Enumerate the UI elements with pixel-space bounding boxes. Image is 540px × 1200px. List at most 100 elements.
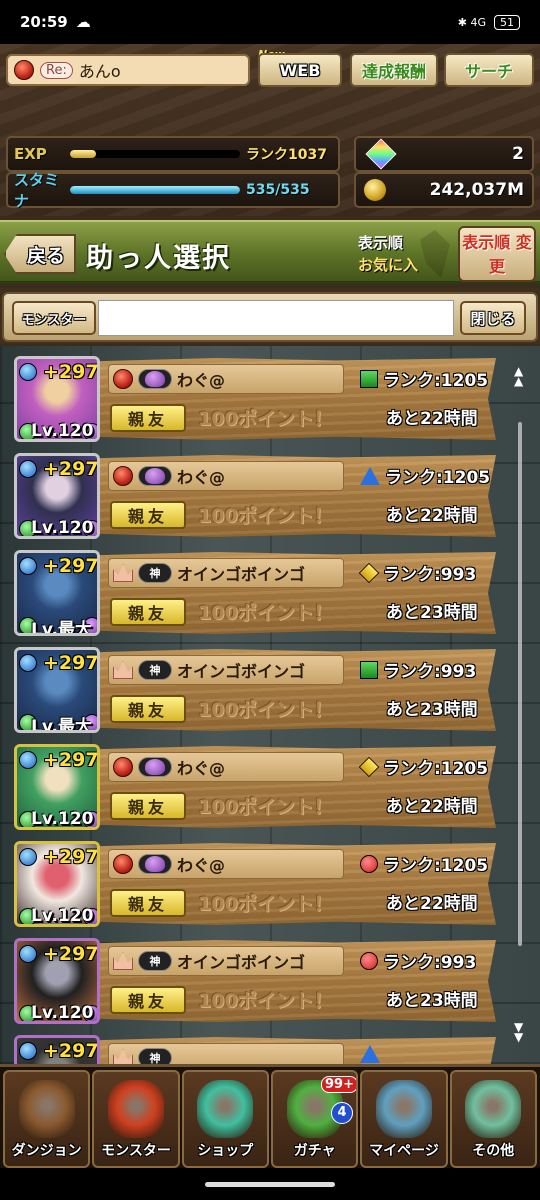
monster-filter-button[interactable]: モンスター bbox=[12, 301, 96, 335]
sort-change-button[interactable]: 表示順 変更 bbox=[458, 226, 536, 282]
helper-row[interactable]: 神 オインゴボインゴ 親友 100ポイント！ ランク:993 あと23時間 +2… bbox=[12, 645, 498, 735]
status-time: 20:59 bbox=[20, 13, 68, 31]
nav-dungeon[interactable]: ダンジョン bbox=[3, 1070, 91, 1168]
helper-row[interactable]: わぐ@ 親友 100ポイント！ ランク:1205 あと22時間 +297 Lv.… bbox=[12, 451, 498, 541]
nav-monster[interactable]: モンスター bbox=[92, 1070, 180, 1168]
nav-gacha[interactable]: 99+ 4 ガチャ bbox=[270, 1070, 359, 1168]
level-text: Lv.120 bbox=[31, 421, 94, 441]
god-badge: 神 bbox=[138, 660, 172, 680]
nav-shop[interactable]: ショップ bbox=[181, 1070, 269, 1168]
slime-badge bbox=[138, 369, 172, 389]
slime-icon bbox=[145, 759, 165, 775]
helper-name-pill: わぐ@ bbox=[108, 849, 344, 879]
status-bar: 20:59 ☁ ✱ 4G 51 bbox=[0, 0, 540, 44]
time-remaining: あと22時間 bbox=[386, 894, 478, 914]
helper-rank: ランク:993 bbox=[360, 948, 476, 973]
monster-portrait[interactable]: +297 Lv.120 bbox=[14, 744, 100, 830]
nav-label: その他 bbox=[472, 1143, 515, 1159]
plus-value: +297 bbox=[43, 555, 99, 577]
crown-icon bbox=[113, 564, 133, 582]
other-icon bbox=[465, 1080, 522, 1138]
element-orb-icon bbox=[19, 460, 37, 478]
scrollbar[interactable] bbox=[518, 422, 522, 946]
level-text: Lv.120 bbox=[31, 518, 94, 538]
slime-badge bbox=[138, 757, 172, 777]
helper-plank: 神 オインゴボインゴ 親友 100ポイント！ ランク:993 あと23時間 bbox=[96, 940, 496, 1022]
points-text: 100ポイント！ bbox=[198, 796, 333, 818]
helper-name-pill: わぐ@ bbox=[108, 752, 344, 782]
magic-stone-count: 2 bbox=[512, 144, 524, 164]
scroll-up-icon[interactable]: ▲ ▲ bbox=[514, 365, 523, 387]
monster-portrait[interactable]: +297 Lv.最大 bbox=[14, 647, 100, 733]
helper-name-pill: わぐ@ bbox=[108, 461, 344, 491]
plus-value: +297 bbox=[43, 846, 99, 868]
helper-row[interactable]: わぐ@ 親友 100ポイント！ ランク:1205 あと22時間 +297 Lv.… bbox=[12, 354, 498, 444]
back-button[interactable]: 戻る bbox=[4, 234, 76, 274]
helper-row[interactable]: わぐ@ 親友 100ポイント！ ランク:1205 あと22時間 +297 Lv.… bbox=[12, 742, 498, 832]
helper-row[interactable]: 神 オインゴボインゴ 親友 100ポイント！ ランク:993 あと23時間 +2… bbox=[12, 548, 498, 638]
element-orb-icon bbox=[19, 945, 37, 963]
page-title: 助っ人選択 bbox=[86, 243, 231, 274]
level-text: Lv.120 bbox=[31, 809, 94, 829]
rewards-button[interactable]: 達成報酬 bbox=[350, 53, 438, 87]
helper-name-pill: 神 オインゴボインゴ bbox=[108, 946, 344, 976]
monster-icon bbox=[107, 1080, 164, 1138]
player-name-box[interactable]: Re: あんo bbox=[6, 54, 250, 86]
rank-text: ランク1037 bbox=[246, 147, 327, 163]
crown-icon bbox=[113, 1049, 133, 1064]
helper-name: わぐ@ bbox=[177, 468, 226, 487]
mypage-icon bbox=[375, 1080, 432, 1138]
helper-plank: 神 オインゴボインゴ 親友 100ポイント！ ランク:993 あと23時間 bbox=[96, 552, 496, 634]
element-orb-icon bbox=[19, 751, 37, 769]
helper-row[interactable]: 神 +297 bbox=[12, 1033, 498, 1064]
slime-icon bbox=[145, 856, 165, 872]
monster-portrait[interactable]: +297 Lv.最大 bbox=[14, 550, 100, 636]
shop-icon bbox=[197, 1080, 254, 1138]
rank-shape-icon bbox=[360, 1045, 380, 1063]
monster-portrait[interactable]: +297 Lv.120 bbox=[14, 938, 100, 1024]
helper-name-pill: わぐ@ bbox=[108, 364, 344, 394]
close-button[interactable]: 閉じる bbox=[460, 301, 526, 335]
scroll-down-icon[interactable]: ▼ ▼ bbox=[514, 1021, 523, 1043]
nav-label: ダンジョン bbox=[11, 1143, 82, 1159]
home-indicator[interactable] bbox=[205, 1182, 335, 1187]
monster-portrait[interactable]: +297 Lv.120 bbox=[14, 453, 100, 539]
web-button[interactable]: WEB bbox=[258, 53, 342, 87]
helper-name: オインゴボインゴ bbox=[177, 953, 306, 972]
stamina-bar: スタミナ 535/535 bbox=[6, 171, 340, 210]
helper-row[interactable]: わぐ@ 親友 100ポイント！ ランク:1205 あと22時間 +297 Lv.… bbox=[12, 839, 498, 929]
time-remaining: あと22時間 bbox=[386, 506, 478, 526]
helper-plank: わぐ@ 親友 100ポイント！ ランク:1205 あと22時間 bbox=[96, 455, 496, 537]
helper-rank: ランク:1205 bbox=[358, 754, 488, 779]
friend-badge: 親友 bbox=[110, 889, 186, 917]
magic-stone-box: 2 bbox=[354, 136, 534, 172]
rank-shape-icon bbox=[358, 756, 380, 777]
nav-mypage[interactable]: マイページ bbox=[360, 1070, 448, 1168]
helper-rank: ランク:1205 bbox=[360, 366, 488, 391]
player-name: あんo bbox=[78, 62, 121, 81]
friend-badge: 親友 bbox=[110, 695, 186, 723]
plus-value: +297 bbox=[43, 943, 99, 965]
battery-icon: 51 bbox=[494, 14, 520, 30]
helper-plank: わぐ@ 親友 100ポイント！ ランク:1205 あと22時間 bbox=[96, 358, 496, 440]
search-input[interactable] bbox=[98, 300, 454, 336]
monster-portrait[interactable]: +297 Lv.120 bbox=[14, 841, 100, 927]
nav-other[interactable]: その他 bbox=[449, 1070, 537, 1168]
monster-portrait[interactable]: +297 Lv.120 bbox=[14, 356, 100, 442]
plus-value: +297 bbox=[43, 1040, 99, 1062]
crown-icon bbox=[113, 661, 133, 679]
exp-bar: EXP ランク1037 bbox=[6, 136, 340, 172]
monster-portrait[interactable]: +297 bbox=[14, 1035, 100, 1064]
level-text: Lv.120 bbox=[31, 1003, 94, 1023]
bottom-nav: ダンジョン モンスター ショップ 99+ 4 ガチャ マイページ その他 bbox=[0, 1064, 540, 1168]
helper-name-pill: 神 bbox=[108, 1043, 344, 1064]
slime-badge bbox=[138, 466, 172, 486]
friend-badge: 親友 bbox=[110, 501, 186, 529]
helper-row[interactable]: 神 オインゴボインゴ 親友 100ポイント！ ランク:993 あと23時間 +2… bbox=[12, 936, 498, 1026]
helper-name-pill: 神 オインゴボインゴ bbox=[108, 558, 344, 588]
sort-value: お気に入 bbox=[358, 256, 419, 274]
rank-text: ランク:1205 bbox=[383, 371, 489, 391]
god-badge: 神 bbox=[138, 1048, 172, 1064]
search-button[interactable]: サーチ bbox=[444, 53, 534, 87]
helper-list[interactable]: ▲ ▲ わぐ@ 親友 100ポイント！ ランク:1205 あと22時間 +297 … bbox=[0, 346, 540, 1064]
